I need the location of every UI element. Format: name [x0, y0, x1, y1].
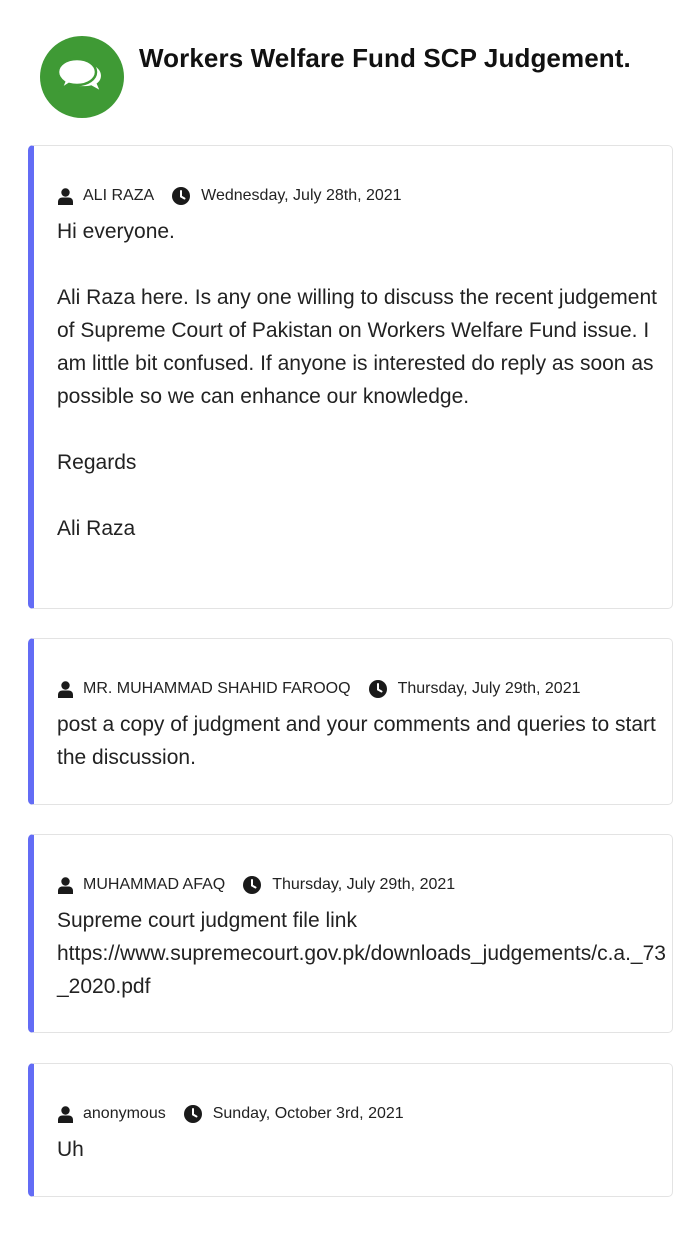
post-meta: MUHAMMAD AFAQ Thursday, July 29th, 2021	[58, 875, 455, 895]
post-card: MUHAMMAD AFAQ Thursday, July 29th, 2021 …	[28, 834, 673, 1033]
post-card: ALI RAZA Wednesday, July 28th, 2021 Hi e…	[28, 145, 673, 609]
post-meta: ALI RAZA Wednesday, July 28th, 2021	[58, 186, 402, 206]
clock-icon	[172, 187, 191, 205]
post-paragraph: Hi everyone.	[57, 220, 175, 243]
post-date: Sunday, October 3rd, 2021	[212, 1105, 404, 1122]
post-paragraph: Ali Raza	[57, 517, 136, 540]
post-date: Wednesday, July 28th, 2021	[201, 187, 402, 204]
user-icon	[58, 187, 73, 205]
post-author[interactable]: ALI RAZA	[83, 187, 154, 205]
clock-icon	[243, 876, 262, 894]
post-paragraph: Supreme court judgment file link	[57, 909, 357, 932]
judgment-file-link[interactable]: https://www.supremecourt.gov.pk/download…	[57, 937, 667, 1003]
post-author[interactable]: MR. MUHAMMAD SHAHID FAROOQ	[83, 680, 351, 698]
clock-icon	[368, 680, 387, 698]
post-meta: MR. MUHAMMAD SHAHID FAROOQ Thursday, Jul…	[58, 679, 580, 699]
post-author[interactable]: MUHAMMAD AFAQ	[83, 876, 225, 894]
page-title: Workers Welfare Fund SCP Judgement.	[139, 43, 631, 73]
post-paragraph: Ali Raza here. Is any one willing to dis…	[57, 286, 657, 408]
post-paragraph: post a copy of judgment and your comment…	[57, 713, 656, 769]
post-meta: anonymous Sunday, October 3rd, 2021	[58, 1104, 404, 1124]
user-icon	[58, 680, 73, 698]
post-date: Thursday, July 29th, 2021	[272, 876, 456, 893]
user-icon	[58, 1105, 73, 1123]
clock-icon	[183, 1105, 202, 1123]
post-body: Uh	[57, 1133, 667, 1166]
post-date: Thursday, July 29th, 2021	[397, 680, 581, 697]
post-body: post a copy of judgment and your comment…	[57, 708, 667, 774]
post-card: MR. MUHAMMAD SHAHID FAROOQ Thursday, Jul…	[28, 638, 673, 805]
post-body: Supreme court judgment file link https:/…	[57, 904, 667, 1003]
page-header: Workers Welfare Fund SCP Judgement.	[40, 36, 680, 118]
post-author[interactable]: anonymous	[83, 1105, 166, 1123]
post-card: anonymous Sunday, October 3rd, 2021 Uh	[28, 1063, 673, 1197]
user-icon	[58, 876, 73, 894]
post-paragraph: Uh	[57, 1138, 84, 1161]
post-paragraph: Regards	[57, 451, 137, 474]
chat-bubbles-icon	[40, 36, 124, 118]
post-body: Hi everyone. Ali Raza here. Is any one w…	[57, 215, 667, 545]
